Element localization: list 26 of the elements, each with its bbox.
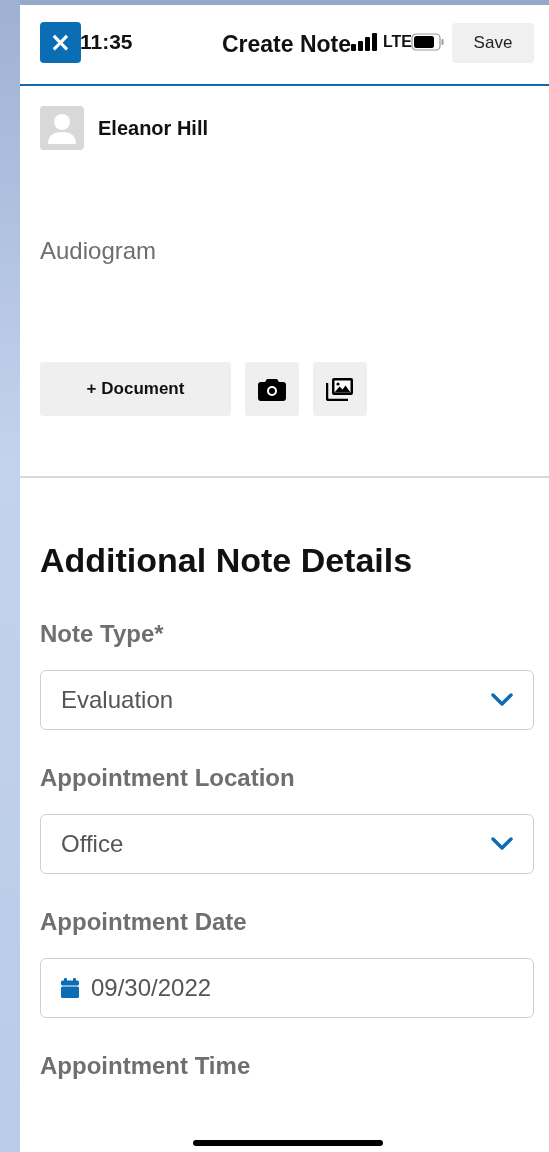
field-label: Appointment Time <box>40 1052 252 1080</box>
chevron-down-icon <box>491 837 513 851</box>
camera-icon <box>258 377 286 401</box>
page-title: Create Note <box>221 31 352 58</box>
chevron-down-icon <box>491 693 513 707</box>
field-label: Appointment Date <box>40 908 248 936</box>
calendar-icon <box>61 978 79 998</box>
add-document-button[interactable]: + Document <box>40 362 231 416</box>
date-field[interactable]: 09/30/2022 <box>40 958 534 1018</box>
field-label: Note Type* <box>40 620 165 648</box>
close-button[interactable]: × <box>40 22 81 63</box>
avatar-icon <box>40 106 84 150</box>
gallery-button[interactable] <box>313 362 367 416</box>
network-label: LTE <box>382 33 412 51</box>
contact-name: Eleanor Hill <box>98 116 209 140</box>
dropdown-field[interactable]: Office <box>40 814 534 874</box>
clock-time: 11:35 <box>80 30 133 54</box>
section-heading: Additional Note Details <box>40 541 414 580</box>
save-button[interactable]: Save <box>452 22 534 63</box>
signal-icon <box>350 33 378 51</box>
camera-button[interactable] <box>245 362 299 416</box>
battery-icon <box>411 33 445 51</box>
photos-icon <box>326 377 354 401</box>
field-label: Appointment Location <box>40 764 296 792</box>
note-title: Audiogram <box>40 237 158 265</box>
dropdown-field[interactable]: Evaluation <box>40 670 534 730</box>
